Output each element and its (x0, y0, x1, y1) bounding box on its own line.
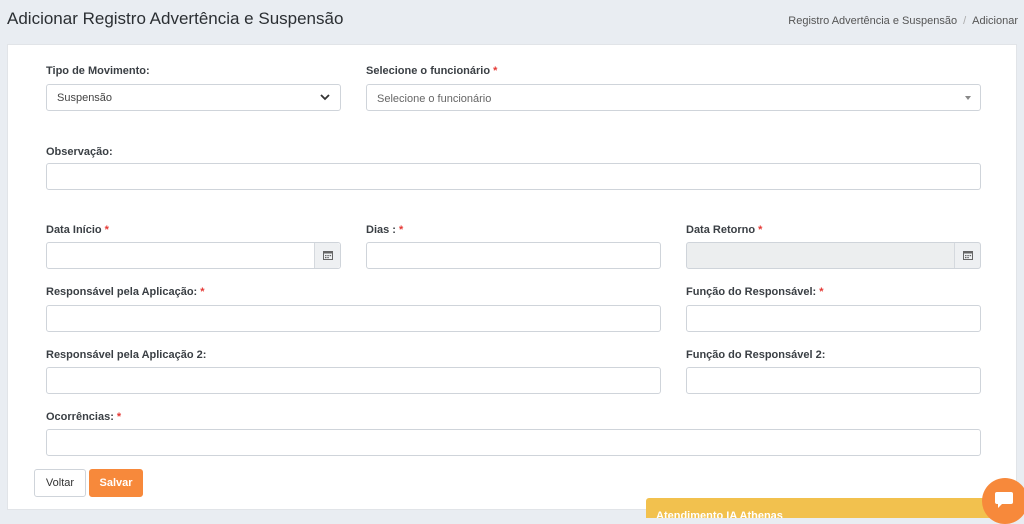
ocorrencias-input[interactable] (46, 429, 981, 456)
data-inicio-input[interactable] (46, 242, 341, 269)
funcao-responsavel-label: Função do Responsável: * (686, 286, 824, 298)
page-header: Adicionar Registro Advertência e Suspens… (0, 0, 1024, 44)
dias-label: Dias : * (366, 224, 404, 236)
tipo-movimento-select[interactable]: Suspensão (46, 84, 341, 111)
data-retorno-label: Data Retorno * (686, 224, 763, 236)
tipo-movimento-label: Tipo de Movimento: (46, 65, 150, 77)
required-marker: * (819, 286, 824, 298)
chevron-down-icon (320, 94, 330, 101)
save-button[interactable]: Salvar (89, 469, 143, 497)
required-marker: * (493, 65, 498, 77)
funcionario-label: Selecione o funcionário * (366, 65, 498, 77)
breadcrumb-separator: / (963, 15, 967, 27)
calendar-icon (323, 251, 333, 260)
funcionario-select[interactable]: Selecione o funcionário (366, 84, 981, 111)
back-button[interactable]: Voltar (34, 469, 86, 497)
chat-icon (995, 492, 1013, 508)
data-inicio-label: Data Início * (46, 224, 109, 236)
page-title: Adicionar Registro Advertência e Suspens… (7, 9, 344, 28)
responsavel2-input[interactable] (46, 367, 661, 394)
funcionario-placeholder: Selecione o funcionário (377, 93, 492, 105)
form-card: Tipo de Movimento: Suspensão Selecione o… (7, 44, 1017, 510)
responsavel2-label: Responsável pela Aplicação 2: (46, 349, 207, 361)
breadcrumb-item-registro[interactable]: Registro Advertência e Suspensão (788, 15, 957, 27)
required-marker: * (104, 224, 109, 236)
chat-widget-bar[interactable]: Atendimento IA Athenas (646, 498, 1018, 518)
required-marker: * (758, 224, 763, 236)
data-retorno-calendar-button[interactable] (954, 243, 980, 268)
data-inicio-calendar-button[interactable] (314, 243, 340, 268)
data-retorno-input (686, 242, 981, 269)
responsavel-label: Responsável pela Aplicação: * (46, 286, 205, 298)
ocorrencias-label: Ocorrências: * (46, 411, 122, 423)
required-marker: * (116, 411, 122, 423)
breadcrumb-item-adicionar: Adicionar (972, 15, 1018, 27)
calendar-icon (963, 251, 973, 260)
responsavel-input[interactable] (46, 305, 661, 332)
chat-widget-label: Atendimento IA Athenas (656, 510, 783, 518)
tipo-movimento-value: Suspensão (57, 92, 113, 104)
funcao-responsavel2-input[interactable] (686, 367, 981, 394)
chat-bubble-button[interactable] (982, 478, 1024, 524)
funcao-responsavel-input[interactable] (686, 305, 981, 332)
dias-input[interactable] (366, 242, 661, 269)
observacao-label: Observação: (46, 146, 113, 158)
dropdown-arrow-icon (965, 96, 971, 100)
required-marker: * (398, 224, 404, 236)
observacao-input[interactable] (46, 163, 981, 190)
breadcrumb: Registro Advertência e Suspensão / Adicion… (788, 15, 1018, 27)
funcao-responsavel2-label: Função do Responsável 2: (686, 349, 826, 361)
required-marker: * (200, 286, 205, 298)
